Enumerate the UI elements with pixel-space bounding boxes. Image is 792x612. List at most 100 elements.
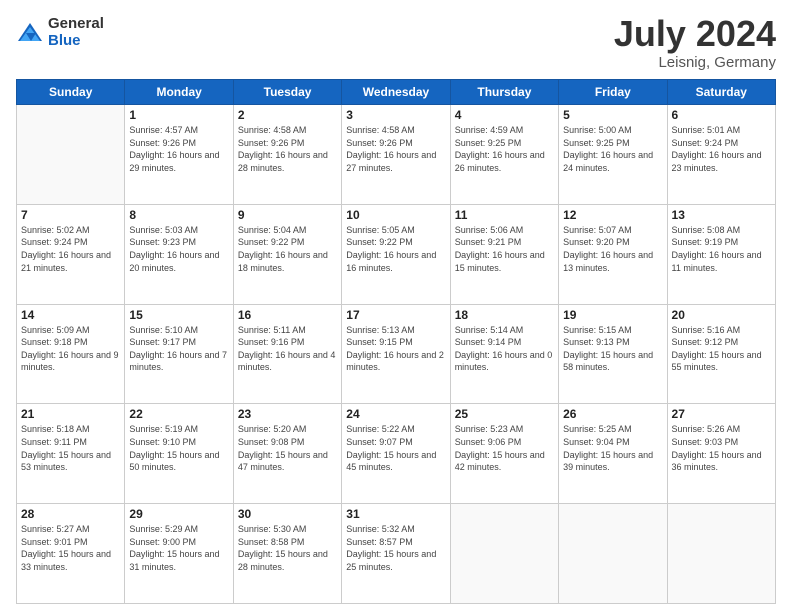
cell-day-number: 5	[563, 108, 662, 122]
cell-sunrise: Sunrise: 5:23 AMSunset: 9:06 PMDaylight:…	[455, 424, 545, 472]
calendar-cell-w3-d0: 14 Sunrise: 5:09 AMSunset: 9:18 PMDaylig…	[17, 304, 125, 404]
cell-day-number: 12	[563, 208, 662, 222]
calendar-cell-w4-d6: 27 Sunrise: 5:26 AMSunset: 9:03 PMDaylig…	[667, 404, 775, 504]
cell-sunrise: Sunrise: 5:00 AMSunset: 9:25 PMDaylight:…	[563, 125, 653, 173]
calendar-cell-w5-d2: 30 Sunrise: 5:30 AMSunset: 8:58 PMDaylig…	[233, 504, 341, 604]
cell-day-number: 20	[672, 308, 771, 322]
cell-sunrise: Sunrise: 5:13 AMSunset: 9:15 PMDaylight:…	[346, 325, 444, 373]
calendar-cell-w2-d3: 10 Sunrise: 5:05 AMSunset: 9:22 PMDaylig…	[342, 204, 450, 304]
cell-sunrise: Sunrise: 5:15 AMSunset: 9:13 PMDaylight:…	[563, 325, 653, 373]
cell-day-number: 27	[672, 407, 771, 421]
calendar-cell-w5-d5	[559, 504, 667, 604]
calendar-cell-w5-d6	[667, 504, 775, 604]
cell-day-number: 17	[346, 308, 445, 322]
calendar-cell-w1-d5: 5 Sunrise: 5:00 AMSunset: 9:25 PMDayligh…	[559, 105, 667, 205]
cell-day-number: 14	[21, 308, 120, 322]
cell-sunrise: Sunrise: 4:57 AMSunset: 9:26 PMDaylight:…	[129, 125, 219, 173]
calendar-cell-w5-d4	[450, 504, 558, 604]
cell-sunrise: Sunrise: 5:05 AMSunset: 9:22 PMDaylight:…	[346, 225, 436, 273]
cell-sunrise: Sunrise: 5:32 AMSunset: 8:57 PMDaylight:…	[346, 524, 436, 572]
cell-day-number: 31	[346, 507, 445, 521]
cell-day-number: 10	[346, 208, 445, 222]
cell-sunrise: Sunrise: 4:58 AMSunset: 9:26 PMDaylight:…	[346, 125, 436, 173]
cell-sunrise: Sunrise: 5:10 AMSunset: 9:17 PMDaylight:…	[129, 325, 227, 373]
calendar-cell-w3-d5: 19 Sunrise: 5:15 AMSunset: 9:13 PMDaylig…	[559, 304, 667, 404]
cell-sunrise: Sunrise: 5:11 AMSunset: 9:16 PMDaylight:…	[238, 325, 336, 373]
cell-day-number: 1	[129, 108, 228, 122]
calendar-cell-w3-d6: 20 Sunrise: 5:16 AMSunset: 9:12 PMDaylig…	[667, 304, 775, 404]
calendar-cell-w2-d5: 12 Sunrise: 5:07 AMSunset: 9:20 PMDaylig…	[559, 204, 667, 304]
logo-blue-text: Blue	[48, 33, 104, 50]
cell-sunrise: Sunrise: 5:19 AMSunset: 9:10 PMDaylight:…	[129, 424, 219, 472]
cell-sunrise: Sunrise: 5:08 AMSunset: 9:19 PMDaylight:…	[672, 225, 762, 273]
calendar-cell-w1-d0	[17, 105, 125, 205]
cell-day-number: 23	[238, 407, 337, 421]
logo: General Blue	[16, 16, 104, 49]
calendar-cell-w4-d4: 25 Sunrise: 5:23 AMSunset: 9:06 PMDaylig…	[450, 404, 558, 504]
cell-day-number: 24	[346, 407, 445, 421]
cell-day-number: 25	[455, 407, 554, 421]
calendar-cell-w2-d6: 13 Sunrise: 5:08 AMSunset: 9:19 PMDaylig…	[667, 204, 775, 304]
calendar-week-2: 7 Sunrise: 5:02 AMSunset: 9:24 PMDayligh…	[17, 204, 776, 304]
calendar-week-3: 14 Sunrise: 5:09 AMSunset: 9:18 PMDaylig…	[17, 304, 776, 404]
cell-sunrise: Sunrise: 5:07 AMSunset: 9:20 PMDaylight:…	[563, 225, 653, 273]
cell-day-number: 7	[21, 208, 120, 222]
cell-day-number: 6	[672, 108, 771, 122]
cell-day-number: 3	[346, 108, 445, 122]
cell-day-number: 28	[21, 507, 120, 521]
calendar-cell-w1-d1: 1 Sunrise: 4:57 AMSunset: 9:26 PMDayligh…	[125, 105, 233, 205]
cell-day-number: 8	[129, 208, 228, 222]
logo-text: General Blue	[48, 16, 104, 49]
cell-day-number: 30	[238, 507, 337, 521]
header-monday: Monday	[125, 80, 233, 105]
calendar-cell-w3-d2: 16 Sunrise: 5:11 AMSunset: 9:16 PMDaylig…	[233, 304, 341, 404]
header-sunday: Sunday	[17, 80, 125, 105]
cell-sunrise: Sunrise: 5:18 AMSunset: 9:11 PMDaylight:…	[21, 424, 111, 472]
cell-day-number: 9	[238, 208, 337, 222]
calendar-cell-w2-d2: 9 Sunrise: 5:04 AMSunset: 9:22 PMDayligh…	[233, 204, 341, 304]
cell-day-number: 4	[455, 108, 554, 122]
cell-day-number: 29	[129, 507, 228, 521]
cell-day-number: 13	[672, 208, 771, 222]
cell-sunrise: Sunrise: 5:06 AMSunset: 9:21 PMDaylight:…	[455, 225, 545, 273]
cell-sunrise: Sunrise: 5:25 AMSunset: 9:04 PMDaylight:…	[563, 424, 653, 472]
cell-sunrise: Sunrise: 5:03 AMSunset: 9:23 PMDaylight:…	[129, 225, 219, 273]
cell-sunrise: Sunrise: 5:20 AMSunset: 9:08 PMDaylight:…	[238, 424, 328, 472]
logo-general-text: General	[48, 16, 104, 33]
calendar-cell-w1-d4: 4 Sunrise: 4:59 AMSunset: 9:25 PMDayligh…	[450, 105, 558, 205]
cell-sunrise: Sunrise: 4:59 AMSunset: 9:25 PMDaylight:…	[455, 125, 545, 173]
cell-day-number: 2	[238, 108, 337, 122]
title-location: Leisnig, Germany	[614, 54, 776, 71]
cell-sunrise: Sunrise: 5:09 AMSunset: 9:18 PMDaylight:…	[21, 325, 119, 373]
header: General Blue July 2024 Leisnig, Germany	[16, 16, 776, 71]
calendar-week-4: 21 Sunrise: 5:18 AMSunset: 9:11 PMDaylig…	[17, 404, 776, 504]
cell-day-number: 26	[563, 407, 662, 421]
calendar-cell-w2-d1: 8 Sunrise: 5:03 AMSunset: 9:23 PMDayligh…	[125, 204, 233, 304]
header-friday: Friday	[559, 80, 667, 105]
cell-day-number: 11	[455, 208, 554, 222]
calendar-week-5: 28 Sunrise: 5:27 AMSunset: 9:01 PMDaylig…	[17, 504, 776, 604]
header-thursday: Thursday	[450, 80, 558, 105]
calendar-cell-w1-d6: 6 Sunrise: 5:01 AMSunset: 9:24 PMDayligh…	[667, 105, 775, 205]
calendar-week-1: 1 Sunrise: 4:57 AMSunset: 9:26 PMDayligh…	[17, 105, 776, 205]
calendar-cell-w3-d4: 18 Sunrise: 5:14 AMSunset: 9:14 PMDaylig…	[450, 304, 558, 404]
calendar-cell-w4-d1: 22 Sunrise: 5:19 AMSunset: 9:10 PMDaylig…	[125, 404, 233, 504]
header-saturday: Saturday	[667, 80, 775, 105]
calendar-cell-w4-d5: 26 Sunrise: 5:25 AMSunset: 9:04 PMDaylig…	[559, 404, 667, 504]
page: General Blue July 2024 Leisnig, Germany …	[0, 0, 792, 612]
cell-day-number: 19	[563, 308, 662, 322]
cell-sunrise: Sunrise: 5:14 AMSunset: 9:14 PMDaylight:…	[455, 325, 553, 373]
cell-day-number: 15	[129, 308, 228, 322]
calendar-cell-w4-d3: 24 Sunrise: 5:22 AMSunset: 9:07 PMDaylig…	[342, 404, 450, 504]
calendar-header-row: Sunday Monday Tuesday Wednesday Thursday…	[17, 80, 776, 105]
calendar-cell-w1-d3: 3 Sunrise: 4:58 AMSunset: 9:26 PMDayligh…	[342, 105, 450, 205]
cell-day-number: 21	[21, 407, 120, 421]
calendar-cell-w5-d3: 31 Sunrise: 5:32 AMSunset: 8:57 PMDaylig…	[342, 504, 450, 604]
header-wednesday: Wednesday	[342, 80, 450, 105]
calendar-cell-w3-d1: 15 Sunrise: 5:10 AMSunset: 9:17 PMDaylig…	[125, 304, 233, 404]
cell-day-number: 18	[455, 308, 554, 322]
calendar-cell-w2-d4: 11 Sunrise: 5:06 AMSunset: 9:21 PMDaylig…	[450, 204, 558, 304]
cell-sunrise: Sunrise: 5:27 AMSunset: 9:01 PMDaylight:…	[21, 524, 111, 572]
title-block: July 2024 Leisnig, Germany	[614, 16, 776, 71]
logo-icon	[16, 19, 44, 47]
